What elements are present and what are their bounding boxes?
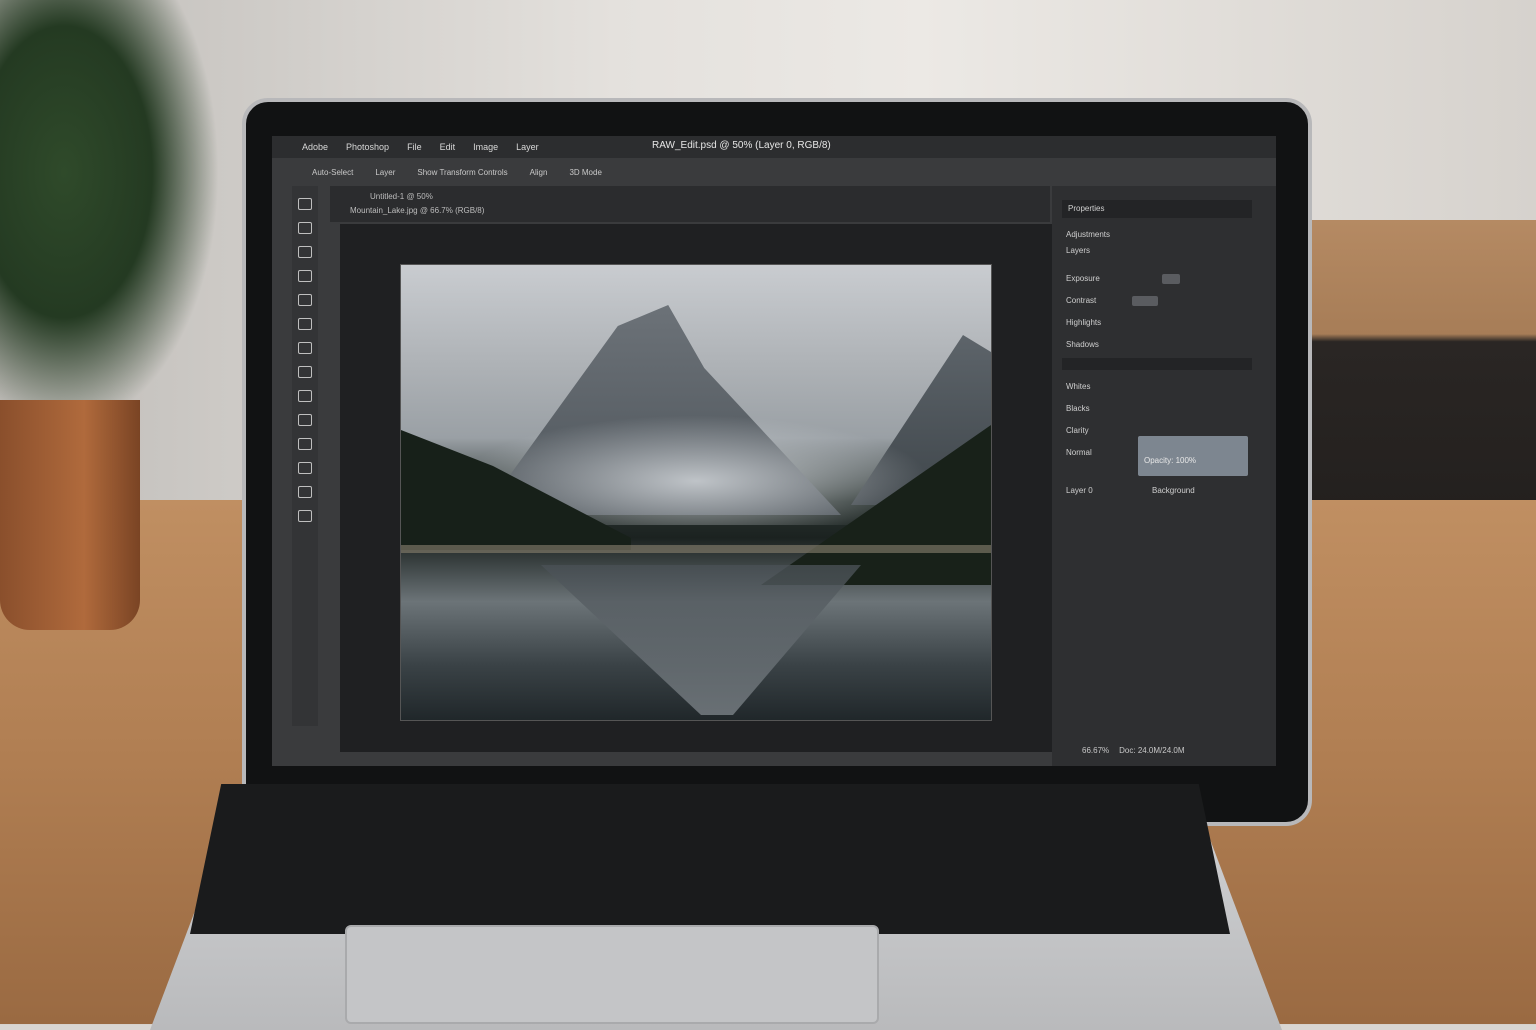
doc-title: RAW_Edit.psd @ 50% (Layer 0, RGB/8): [652, 140, 831, 151]
canvas-image[interactable]: [400, 264, 992, 721]
value-field[interactable]: [1132, 296, 1158, 306]
menu-item[interactable]: File: [407, 142, 422, 152]
panel-section: Layers: [1066, 246, 1091, 255]
screen: Adobe Photoshop File Edit Image Layer RA…: [272, 136, 1276, 766]
eraser-icon[interactable]: [298, 366, 312, 378]
slider-label: Blacks: [1066, 404, 1090, 413]
move-icon[interactable]: [298, 198, 312, 210]
panel-divider: [1062, 358, 1252, 370]
zoom-icon[interactable]: [298, 510, 312, 522]
keyboard: [190, 784, 1230, 934]
marquee-icon[interactable]: [298, 222, 312, 234]
value-field[interactable]: [1162, 274, 1180, 284]
menu-item[interactable]: Layer: [516, 142, 539, 152]
type-icon[interactable]: [298, 438, 312, 450]
shoreline: [401, 545, 991, 553]
document-tabs: Untitled-1 @ 50% Mountain_Lake.jpg @ 66.…: [330, 186, 1050, 222]
clone-icon[interactable]: [298, 342, 312, 354]
slider-label: Exposure: [1066, 274, 1100, 283]
zoom-readout: 66.67%: [1082, 746, 1110, 755]
option-item[interactable]: Auto-Select: [312, 168, 353, 177]
canvas-area[interactable]: [340, 224, 1052, 752]
hand-icon[interactable]: [298, 486, 312, 498]
shape-icon[interactable]: [298, 462, 312, 474]
gradient-icon[interactable]: [298, 390, 312, 402]
option-item[interactable]: 3D Mode: [569, 168, 601, 177]
toolbar: [292, 186, 318, 726]
slider-label: Contrast: [1066, 296, 1097, 305]
menu-item[interactable]: Adobe: [302, 142, 328, 152]
menubar: Adobe Photoshop File Edit Image Layer RA…: [272, 136, 1276, 158]
crop-icon[interactable]: [298, 270, 312, 282]
pen-icon[interactable]: [298, 414, 312, 426]
right-panel: Properties Adjustments Layers Exposure C…: [1052, 186, 1276, 766]
status-bar: 66.67% Doc: 24.0M/24.0M: [1082, 746, 1185, 755]
laptop-base: [0, 784, 1536, 1030]
lasso-icon[interactable]: [298, 246, 312, 258]
option-item[interactable]: Layer: [375, 168, 395, 177]
slider-label: Whites: [1066, 382, 1091, 391]
blend-mode[interactable]: Normal: [1066, 448, 1092, 457]
option-item[interactable]: Align: [530, 168, 548, 177]
layer-name[interactable]: Layer 0: [1066, 486, 1093, 495]
plant-pot: [0, 400, 140, 630]
slider-label: Highlights: [1066, 318, 1102, 327]
option-item[interactable]: Show Transform Controls: [417, 168, 507, 177]
tab-primary[interactable]: Untitled-1 @ 50%: [370, 192, 433, 201]
trackpad[interactable]: [345, 925, 879, 1024]
opacity-label[interactable]: Opacity: 100%: [1144, 456, 1196, 465]
panel-section: Adjustments: [1066, 230, 1111, 239]
slider-label: Shadows: [1066, 340, 1099, 349]
plant: [0, 0, 220, 430]
brush-icon[interactable]: [298, 318, 312, 330]
eyedropper-icon[interactable]: [298, 294, 312, 306]
menu-item[interactable]: Photoshop: [346, 142, 389, 152]
lake-reflection: [541, 565, 861, 715]
options-bar: Auto-Select Layer Show Transform Control…: [272, 158, 1276, 186]
menu-item[interactable]: Image: [473, 142, 498, 152]
doc-info: Doc: 24.0M/24.0M: [1119, 746, 1185, 755]
tab-secondary[interactable]: Mountain_Lake.jpg @ 66.7% (RGB/8): [350, 206, 484, 215]
menu-item[interactable]: Edit: [440, 142, 456, 152]
panel-title: Properties: [1062, 200, 1252, 218]
layer-name[interactable]: Background: [1152, 486, 1195, 495]
slider-label: Clarity: [1066, 426, 1089, 435]
